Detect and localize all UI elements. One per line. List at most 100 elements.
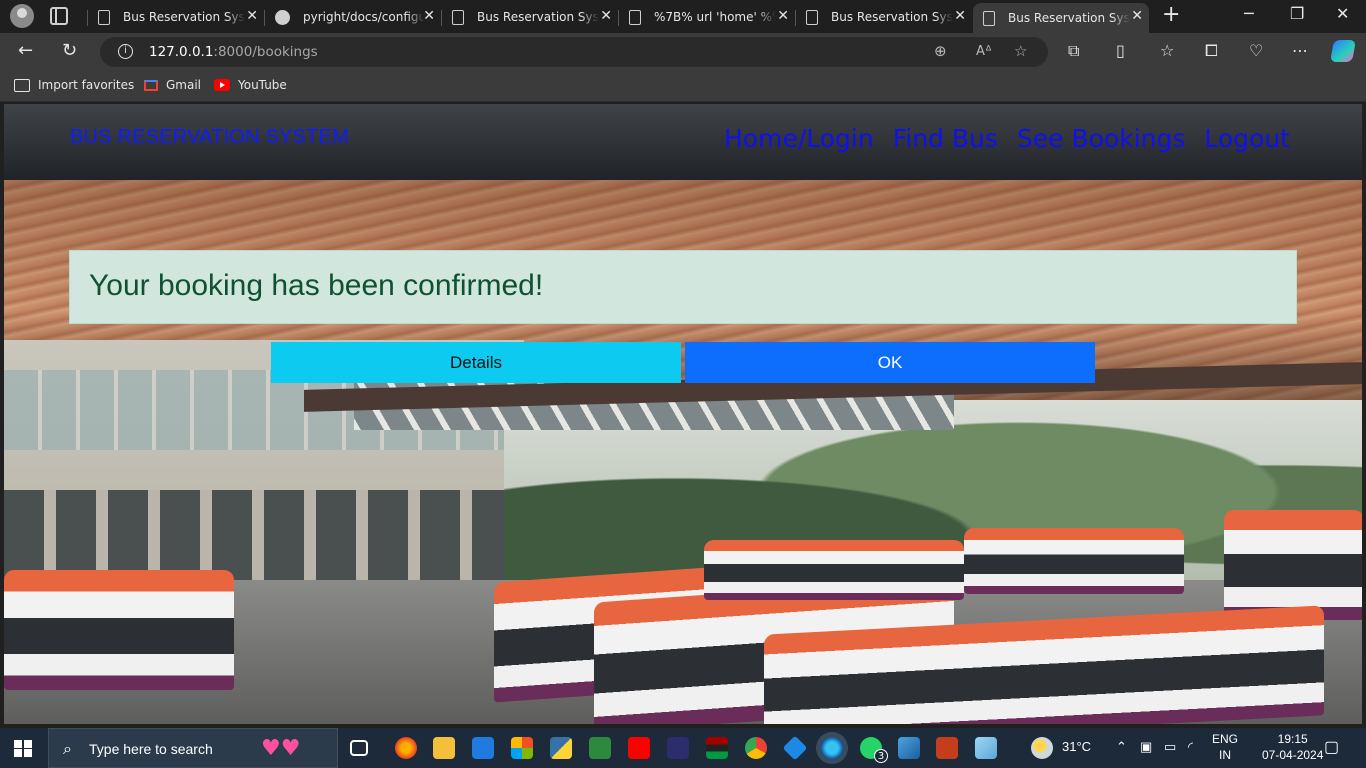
more-menu-icon[interactable]: ⋯ [1292,41,1308,60]
browser-tab[interactable]: Bus Reservation System ✕ [795,3,972,31]
language-code: ENG [1212,732,1239,746]
python-icon[interactable] [550,737,572,759]
bookmarks-bar: Import favorites Gmail YouTube [0,70,1366,102]
browser-toolbar: ← ↻ i 127.0.0.1:8000/bookings ⊕ Aᐞ ☆ ⧉ ▯… [0,33,1366,70]
nav-link-logout[interactable]: Logout [1204,124,1290,153]
gmail-icon [144,79,158,91]
windows-taskbar: ⌕ Type here to search ♥♥ 3 31°C ⌃ ▣ ▭ ◜ … [0,728,1366,768]
microsoft-store-icon[interactable] [511,737,533,759]
page-viewport: BUS RESERVATION SYSTEM Home/Login Find B… [4,104,1362,724]
booking-confirmed-alert: Your booking has been confirmed! [69,250,1297,324]
address-url[interactable]: 127.0.0.1:8000/bookings [149,44,318,60]
bookmark-label: Import favorites [38,78,135,92]
browser-tab-bar: Bus Reservation System ✕ pyright/docs/co… [0,0,1366,33]
bookmark-gmail[interactable]: Gmail [144,78,201,92]
firefox-icon[interactable] [395,737,417,759]
site-info-icon[interactable]: i [118,44,133,59]
taskbar-search-box[interactable]: ⌕ Type here to search ♥♥ [48,728,338,768]
photos-icon[interactable] [898,737,920,759]
collections-icon[interactable]: ⧠ [1205,41,1218,61]
nav-link-find-bus[interactable]: Find Bus [893,124,998,153]
browser-essentials-icon[interactable]: ♡ [1249,41,1263,60]
youtube-icon [214,79,230,91]
site-brand[interactable]: BUS RESERVATION SYSTEM [70,126,349,149]
meet-now-icon[interactable]: ▣ [1140,739,1152,755]
input-language[interactable]: ENG IN [1212,731,1238,763]
browser-tab[interactable]: Bus Reservation System ✕ [87,3,264,31]
page-icon [629,9,641,25]
new-tab-icon[interactable]: + [1162,4,1180,26]
split-screen-icon[interactable]: ▯ [1116,41,1125,60]
page-icon [98,9,110,25]
weather-temperature[interactable]: 31°C [1062,739,1091,754]
ok-button[interactable]: OK [685,342,1095,383]
notifications-icon[interactable]: ▢ [1324,737,1339,757]
site-nav-links: Home/Login Find Bus See Bookings Logout [724,124,1290,153]
close-tab-icon[interactable]: ✕ [954,8,966,24]
close-tab-icon[interactable]: ✕ [246,8,258,24]
tab-title: pyright/docs/configuration [303,10,425,24]
tab-title: Bus Reservation System [831,10,953,24]
whatsapp-icon[interactable]: 3 [860,737,888,763]
alert-message: Your booking has been confirmed! [89,269,544,302]
battery-icon[interactable]: ▭ [1164,739,1176,755]
page-icon [452,9,464,25]
zoom-icon[interactable]: ⊕ [934,42,947,60]
webex-icon[interactable] [667,737,689,759]
powerpoint-icon[interactable] [936,737,958,759]
tab-title: Bus Reservation System [477,10,599,24]
notepad-icon[interactable] [975,737,997,759]
system-clock[interactable]: 19:15 07-04-2024 [1262,731,1323,763]
close-tab-icon[interactable]: ✕ [1131,8,1143,24]
restore-icon[interactable]: ❐ [1290,4,1304,23]
read-aloud-icon[interactable]: Aᐞ [976,44,992,59]
details-button[interactable]: Details [271,342,681,383]
weather-icon[interactable] [1031,737,1053,759]
copilot-icon[interactable] [1330,40,1356,62]
close-tab-icon[interactable]: ✕ [600,8,612,24]
browser-tab[interactable]: pyright/docs/configuration ✕ [264,3,441,31]
flag-app-icon[interactable] [706,737,728,759]
edge-icon[interactable] [821,737,843,759]
close-tab-icon[interactable]: ✕ [423,8,435,24]
page-icon [983,10,995,26]
extensions-icon[interactable]: ⧉ [1068,41,1079,61]
tab-title: Bus Reservation System [123,10,245,24]
task-view-icon[interactable] [350,740,368,756]
import-icon [14,78,30,92]
bookmark-youtube[interactable]: YouTube [214,78,287,92]
search-placeholder: Type here to search [89,741,213,757]
bookmark-import-favorites[interactable]: Import favorites [14,78,134,92]
show-hidden-icons-icon[interactable]: ⌃ [1116,739,1127,755]
file-explorer-icon[interactable] [433,737,455,759]
favorite-star-icon[interactable]: ☆ [1014,42,1027,60]
nav-link-home-login[interactable]: Home/Login [724,124,874,153]
nav-link-see-bookings[interactable]: See Bookings [1017,124,1185,153]
search-highlight-icon: ♥♥ [261,736,301,761]
site-navbar: BUS RESERVATION SYSTEM Home/Login Find B… [4,104,1362,180]
github-icon [275,9,290,25]
browser-tab[interactable]: %7B% url 'home' %% ✕ [618,3,795,31]
browser-tab-active[interactable]: Bus Reservation System ✕ [973,3,1149,33]
tab-title: %7B% url 'home' %% [654,10,776,24]
back-icon[interactable]: ← [18,41,33,61]
reload-icon[interactable]: ↻ [62,41,77,61]
minimize-icon[interactable]: ─ [1244,4,1254,23]
browser-tab[interactable]: Bus Reservation System ✕ [441,3,618,31]
start-windows-icon[interactable] [14,740,32,757]
wifi-icon[interactable]: ◜ [1188,739,1193,755]
mail-icon[interactable] [472,737,494,759]
region-code: IN [1219,748,1231,762]
vscode-icon[interactable] [782,735,808,761]
address-bar[interactable]: i 127.0.0.1:8000/bookings ⊕ Aᐞ ☆ [100,37,1048,67]
youtube-app-icon[interactable] [628,737,650,759]
spreadsheet-app-icon[interactable] [589,737,611,759]
favorites-icon[interactable]: ☆ [1160,41,1174,60]
clock-time: 19:15 [1277,732,1308,746]
whatsapp-badge: 3 [874,749,888,763]
profile-avatar-icon[interactable] [10,4,34,28]
close-window-icon[interactable]: ✕ [1336,4,1349,23]
close-tab-icon[interactable]: ✕ [777,8,789,24]
tab-actions-icon[interactable] [50,7,68,25]
chrome-icon[interactable] [745,737,767,759]
